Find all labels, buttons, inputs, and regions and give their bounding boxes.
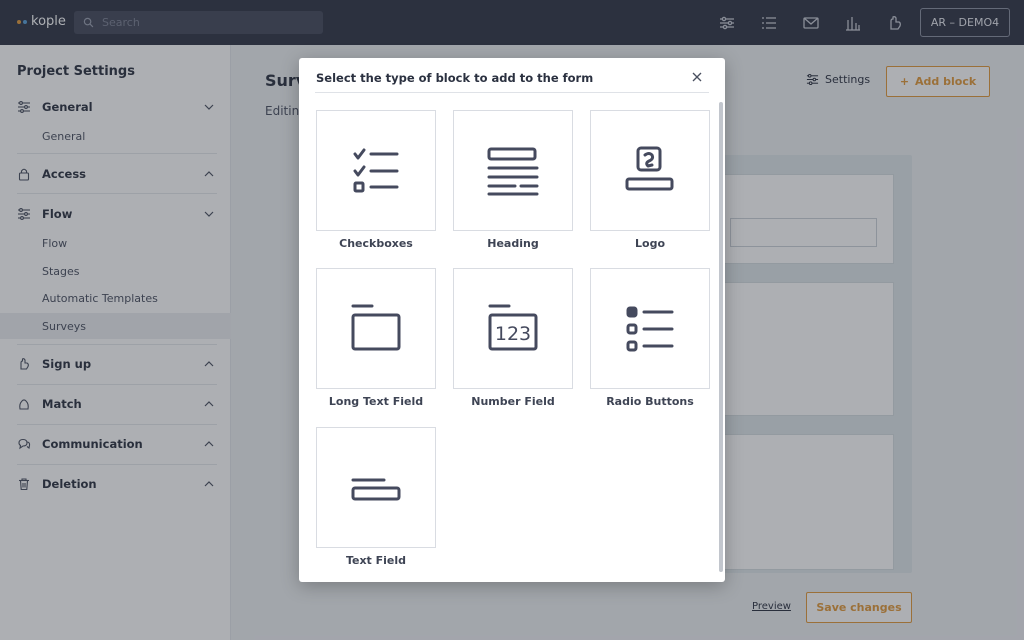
dialog-title: Select the type of block to add to the f… (316, 71, 594, 85)
block-label: Number Field (471, 395, 555, 408)
close-icon[interactable] (691, 71, 703, 83)
block-tile-text-field[interactable] (316, 427, 436, 548)
block-label: Radio Buttons (606, 395, 694, 408)
block-label: Logo (635, 237, 665, 250)
block-tile-long-text-field[interactable] (316, 268, 436, 389)
text-field-icon (351, 478, 401, 500)
checkboxes-icon (353, 148, 399, 192)
block-label: Heading (487, 237, 539, 250)
divider (315, 92, 709, 93)
number-field-icon: 123 (488, 304, 538, 350)
block-label: Checkboxes (339, 237, 413, 250)
block-label: Long Text Field (328, 395, 424, 408)
number-field-glyph: 123 (495, 323, 531, 345)
block-tile-checkboxes[interactable] (316, 110, 436, 231)
radio-buttons-icon (626, 306, 674, 351)
long-text-field-icon (351, 304, 401, 350)
add-block-dialog: Select the type of block to add to the f… (299, 58, 725, 582)
block-tile-radio-buttons[interactable] (590, 268, 710, 389)
heading-icon (487, 147, 539, 195)
logo-icon (625, 146, 674, 190)
block-tile-number-field[interactable]: 123 (453, 268, 573, 389)
block-tile-logo[interactable] (590, 110, 710, 231)
block-tile-heading[interactable] (453, 110, 573, 231)
scrollbar-thumb[interactable] (719, 102, 723, 572)
block-label: Text Field (345, 554, 407, 567)
